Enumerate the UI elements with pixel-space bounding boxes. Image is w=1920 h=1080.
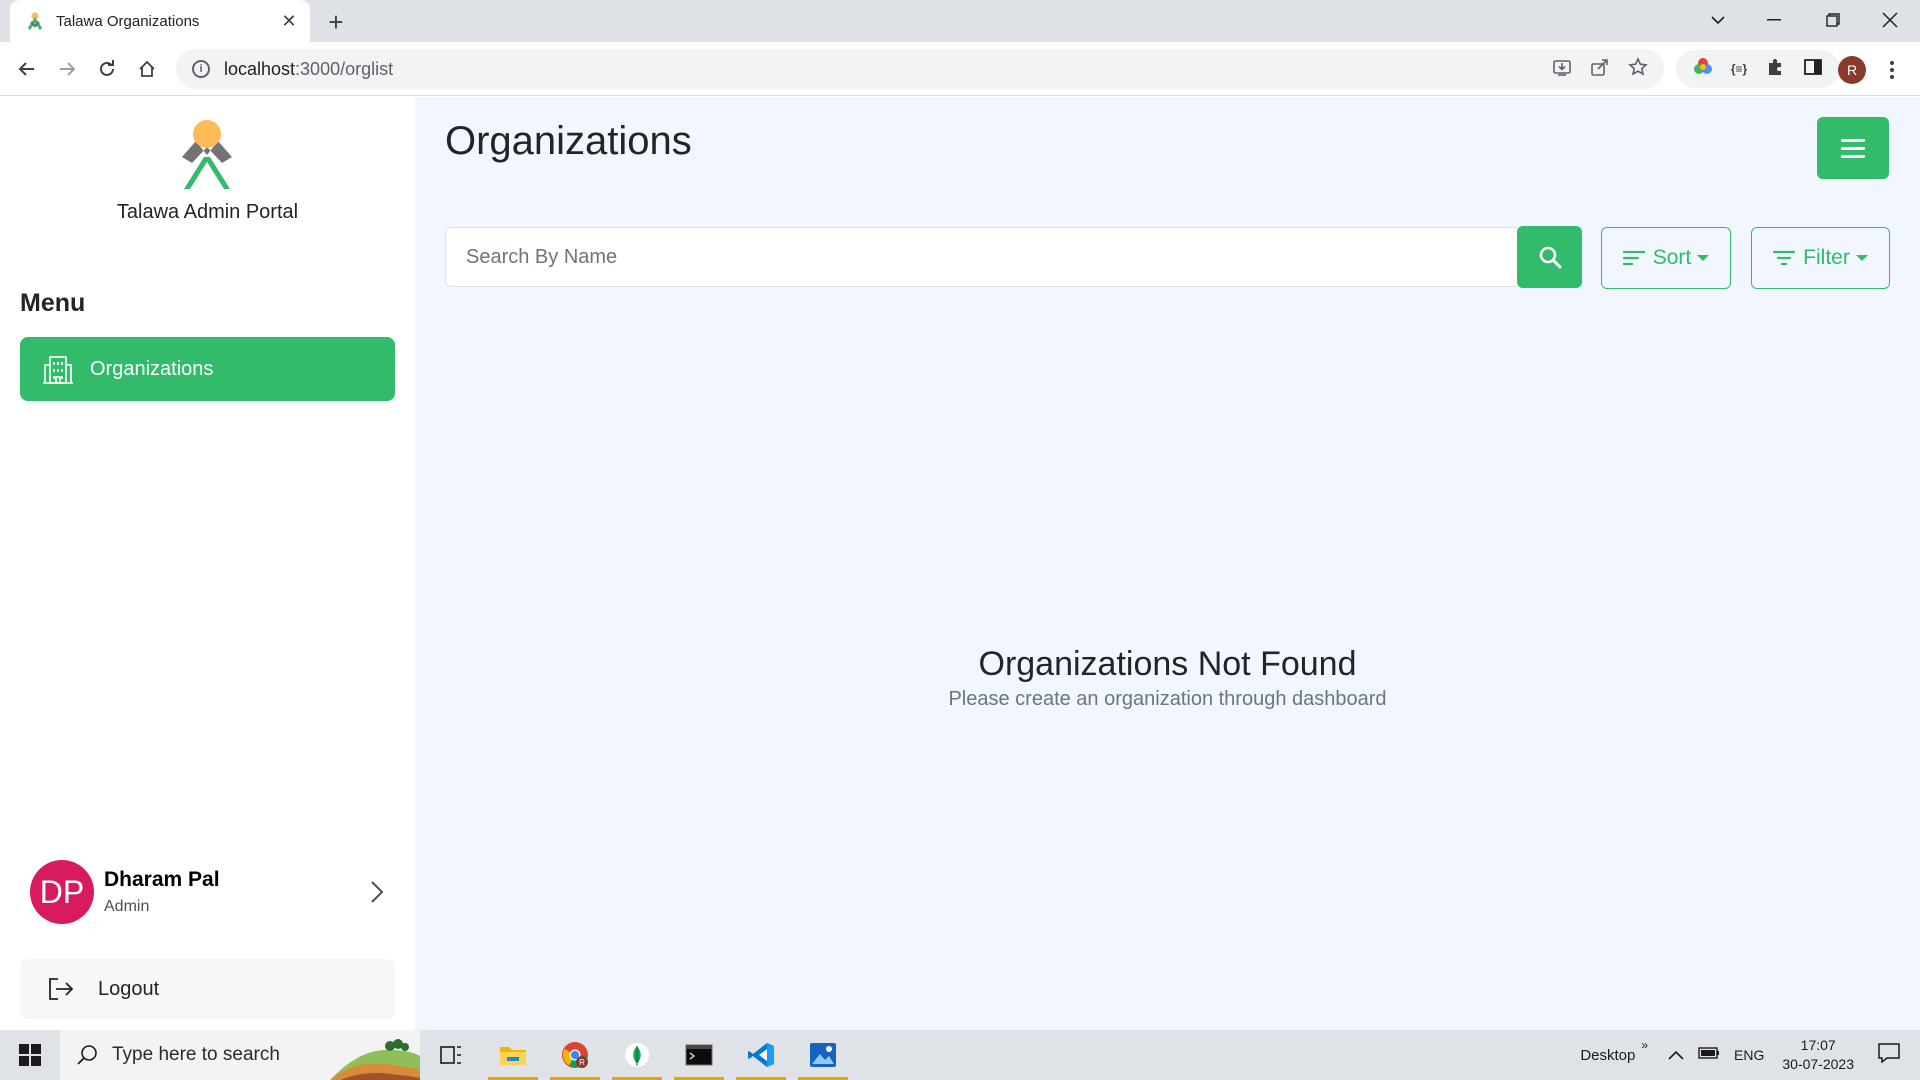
install-app-icon[interactable]: [1552, 57, 1572, 82]
hamburger-icon: [1841, 138, 1865, 142]
bookmark-star-icon[interactable]: [1628, 56, 1648, 82]
forward-button[interactable]: [50, 52, 84, 86]
extensions-area: {≡}: [1676, 50, 1840, 88]
file-explorer-button[interactable]: [482, 1030, 544, 1080]
tab-search-chevron-icon[interactable]: [1690, 0, 1746, 40]
filter-icon: [1773, 250, 1796, 266]
clock-date: 30-07-2023: [1782, 1056, 1854, 1072]
windows-logo-icon: [19, 1044, 41, 1066]
url-host: localhost: [224, 58, 296, 79]
extensions-puzzle-icon[interactable]: [1765, 57, 1785, 82]
clock-time: 17:07: [1800, 1037, 1836, 1053]
browser-toolbar: i localhost:3000/orglist {≡} R: [0, 42, 1920, 96]
url-path: :3000/orglist: [295, 58, 394, 79]
search-button[interactable]: [1517, 226, 1582, 288]
chevron-right-icon: [361, 877, 391, 907]
search-icon: [77, 1045, 97, 1065]
search-highlight-illustration: [330, 1039, 420, 1080]
user-profile-card[interactable]: DP Dharam Pal Admin: [20, 852, 395, 932]
desktop-toolbar-label[interactable]: Desktop: [1580, 1047, 1635, 1064]
vscode-button[interactable]: [730, 1030, 792, 1080]
search-bar: [445, 226, 1582, 288]
search-icon: [1539, 246, 1561, 269]
profile-avatar[interactable]: R: [1838, 56, 1866, 84]
task-view-icon: [440, 1046, 461, 1064]
search-input[interactable]: [445, 227, 1517, 287]
logout-icon: [49, 978, 74, 1000]
browser-tab-bar: Talawa Organizations ✕ +: [0, 0, 1920, 42]
restore-button[interactable]: [1805, 0, 1861, 40]
vscode-icon: [748, 1043, 774, 1067]
sort-icon: [1622, 250, 1645, 266]
empty-state: Organizations Not Found Please create an…: [415, 645, 1920, 711]
user-name: Dharam Pal: [104, 868, 220, 891]
caret-down-icon: [1697, 255, 1710, 261]
new-tab-button[interactable]: +: [320, 6, 352, 38]
svg-text:R: R: [579, 1058, 585, 1067]
page-title: Organizations: [445, 119, 692, 163]
menu-heading: Menu: [20, 289, 86, 317]
browser-menu-icon[interactable]: [1882, 56, 1902, 84]
mongodb-leaf-icon: [625, 1043, 649, 1067]
toolbar-expand-icon[interactable]: »: [1641, 1038, 1648, 1052]
empty-state-title: Organizations Not Found: [978, 645, 1357, 683]
browser-tab[interactable]: Talawa Organizations ✕: [10, 0, 310, 42]
terminal-button[interactable]: [668, 1030, 730, 1080]
building-icon: [42, 353, 74, 385]
menu-toggle-button[interactable]: [1817, 117, 1889, 179]
address-bar[interactable]: i localhost:3000/orglist: [176, 49, 1664, 89]
back-button[interactable]: [10, 52, 44, 86]
talawa-favicon-icon: [26, 12, 44, 30]
sidebar-item-organizations[interactable]: Organizations: [20, 337, 395, 401]
sort-label: Sort: [1652, 246, 1692, 269]
tab-close-icon[interactable]: ✕: [274, 6, 304, 36]
taskbar-search-box[interactable]: Type here to search: [60, 1030, 420, 1080]
logout-label: Logout: [98, 977, 160, 1000]
minimize-button[interactable]: [1746, 0, 1802, 40]
url-text: localhost:3000/orglist: [224, 59, 393, 80]
clock[interactable]: 17:07 30-07-2023: [1782, 1036, 1854, 1074]
folder-icon: [500, 1047, 526, 1065]
terminal-icon: [685, 1044, 713, 1066]
talawa-logo: [176, 119, 238, 191]
task-view-button[interactable]: [420, 1030, 482, 1080]
battery-icon[interactable]: [1698, 1046, 1720, 1064]
left-drawer: Talawa Admin Portal Menu Organizations D…: [0, 97, 415, 1030]
start-button[interactable]: [0, 1030, 60, 1080]
color-picker-extension-icon[interactable]: [1693, 57, 1713, 82]
avatar: DP: [30, 860, 94, 924]
close-window-button[interactable]: [1862, 0, 1918, 40]
sidebar-item-label: Organizations: [90, 357, 214, 380]
filter-label: Filter: [1803, 246, 1850, 269]
portal-name: Talawa Admin Portal: [116, 201, 299, 223]
json-formatter-extension-icon[interactable]: {≡}: [1731, 62, 1747, 76]
share-icon[interactable]: [1590, 57, 1610, 82]
side-panel-icon[interactable]: [1803, 57, 1823, 82]
taskbar-search-placeholder: Type here to search: [112, 1044, 280, 1065]
photos-icon: [810, 1043, 836, 1067]
system-tray: Desktop » ENG 17:07 30-07-2023: [1580, 1030, 1920, 1080]
home-button[interactable]: [130, 52, 164, 86]
notifications-icon[interactable]: [1878, 1043, 1900, 1067]
language-indicator[interactable]: ENG: [1734, 1047, 1764, 1063]
empty-state-subtitle: Please create an organization through da…: [948, 688, 1387, 710]
chrome-taskbar-button[interactable]: R: [544, 1030, 606, 1080]
filter-dropdown-button[interactable]: Filter: [1751, 227, 1890, 289]
reload-button[interactable]: [90, 52, 124, 86]
site-info-icon[interactable]: i: [192, 60, 210, 78]
show-hidden-icons-chevron-icon[interactable]: [1668, 1047, 1684, 1064]
photos-button[interactable]: [792, 1030, 854, 1080]
sort-dropdown-button[interactable]: Sort: [1601, 227, 1731, 289]
caret-down-icon: [1855, 255, 1868, 261]
logout-button[interactable]: Logout: [20, 959, 395, 1019]
tab-title: Talawa Organizations: [56, 12, 200, 30]
mongodb-compass-button[interactable]: [606, 1030, 668, 1080]
user-role: Admin: [104, 898, 150, 915]
user-info: Dharam Pal Admin: [104, 868, 361, 916]
windows-taskbar: Type here to search R Desktop » ENG 17:0…: [0, 1030, 1920, 1080]
chrome-icon: R: [562, 1042, 588, 1068]
main-content: Organizations Sort Filter Organizations …: [415, 97, 1920, 1030]
